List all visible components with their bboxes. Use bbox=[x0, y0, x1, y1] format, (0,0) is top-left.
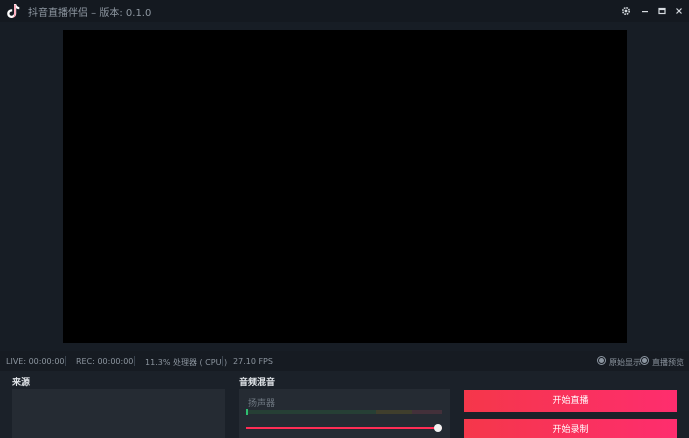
volume-meter bbox=[246, 409, 442, 415]
minimize-icon[interactable] bbox=[637, 3, 653, 19]
bottom-panel: 来源 音频混音 扬声器 开始直播 开始录制 bbox=[0, 371, 689, 438]
status-bar: LIVE: 00:00:00 REC: 00:00:00 11.3% 处理器 (… bbox=[0, 351, 689, 371]
radio-live-preview[interactable] bbox=[640, 356, 649, 365]
status-divider bbox=[65, 356, 66, 366]
sources-title: 来源 bbox=[12, 378, 31, 388]
start-record-button[interactable]: 开始录制 bbox=[464, 419, 677, 438]
rec-timer: REC: 00:00:00 bbox=[76, 357, 134, 366]
start-live-button[interactable]: 开始直播 bbox=[464, 390, 677, 412]
sources-list[interactable] bbox=[12, 389, 225, 438]
meter-level-indicator bbox=[246, 409, 248, 415]
cpu-usage: 11.3% 处理器 ( CPU ) bbox=[145, 358, 228, 367]
preview-canvas[interactable] bbox=[63, 30, 627, 343]
meter-yellow-zone bbox=[376, 410, 412, 414]
volume-slider[interactable] bbox=[246, 424, 442, 432]
stage-area bbox=[0, 22, 689, 351]
fps-readout: 27.10 FPS bbox=[233, 357, 273, 366]
volume-slider-knob[interactable] bbox=[434, 424, 442, 432]
app-title: 抖音直播伴侣 – 版本: 0.1.0 bbox=[28, 8, 152, 19]
live-timer: LIVE: 00:00:00 bbox=[6, 357, 65, 366]
audio-mixer-title: 音频混音 bbox=[239, 378, 276, 388]
close-icon[interactable] bbox=[671, 3, 687, 19]
radio-live-preview-label: 直播预览 bbox=[652, 358, 684, 367]
gear-icon[interactable] bbox=[618, 3, 634, 19]
status-divider bbox=[222, 356, 223, 366]
volume-slider-fill bbox=[246, 427, 442, 429]
status-divider bbox=[134, 356, 135, 366]
maximize-icon[interactable] bbox=[654, 3, 670, 19]
tiktok-logo-icon bbox=[7, 4, 20, 18]
meter-green-zone bbox=[246, 410, 376, 414]
audio-mixer: 扬声器 bbox=[239, 389, 450, 438]
radio-original-display-label: 原始显示 bbox=[609, 358, 641, 367]
meter-red-zone bbox=[412, 410, 442, 414]
radio-original-display[interactable] bbox=[597, 356, 606, 365]
title-bar: 抖音直播伴侣 – 版本: 0.1.0 bbox=[0, 0, 689, 22]
speaker-label: 扬声器 bbox=[248, 399, 276, 409]
